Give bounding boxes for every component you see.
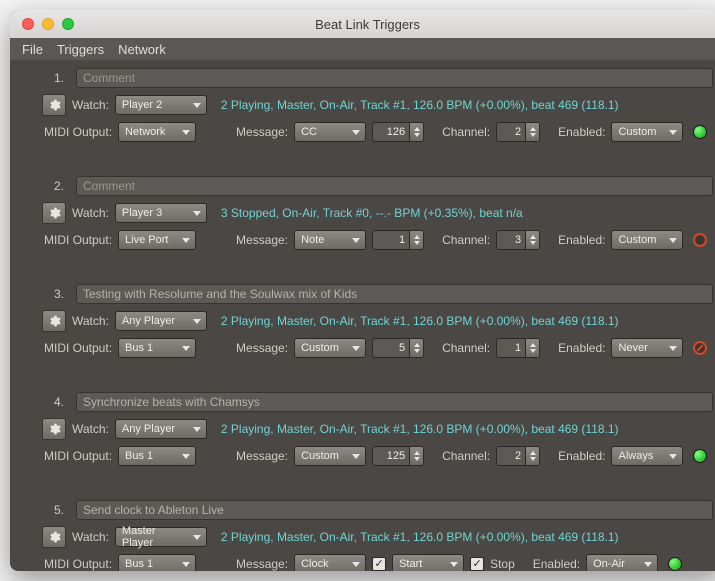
midi-output-select[interactable]: Live Port: [118, 230, 196, 250]
watch-select[interactable]: Any Player: [115, 311, 207, 331]
gear-icon[interactable]: [42, 202, 66, 224]
watch-label: Watch:: [72, 314, 109, 328]
watch-select[interactable]: Player 3: [115, 203, 207, 223]
midi-output-select[interactable]: Bus 1: [118, 338, 196, 358]
watch-label: Watch:: [72, 530, 109, 544]
midi-output-select[interactable]: Bus 1: [118, 554, 196, 571]
trigger-index: 5.: [22, 503, 70, 517]
message-label: Message:: [236, 449, 288, 463]
trigger-list: 1.Watch:Player 22 Playing, Master, On-Ai…: [10, 60, 715, 571]
status-text: 2 Playing, Master, On-Air, Track #1, 126…: [221, 530, 619, 544]
channel-stepper[interactable]: 1: [496, 338, 540, 358]
channel-label: Channel:: [442, 449, 490, 463]
menu-file[interactable]: File: [22, 42, 43, 57]
enabled-label: Enabled:: [558, 125, 605, 139]
watch-label: Watch:: [72, 98, 109, 112]
channel-stepper[interactable]: 3: [496, 230, 540, 250]
clock-start-checkbox[interactable]: [372, 557, 386, 571]
message-value-stepper[interactable]: 125: [372, 446, 424, 466]
enabled-select[interactable]: Always: [611, 446, 683, 466]
message-value-stepper[interactable]: 126: [372, 122, 424, 142]
trigger-index: 4.: [22, 395, 70, 409]
enabled-label: Enabled:: [558, 449, 605, 463]
watch-select[interactable]: Player 2: [115, 95, 207, 115]
midi-output-label: MIDI Output:: [44, 341, 112, 355]
enabled-select[interactable]: On-Air: [586, 554, 658, 571]
status-text: 2 Playing, Master, On-Air, Track #1, 126…: [221, 98, 619, 112]
channel-label: Channel:: [442, 341, 490, 355]
status-led-icon: [693, 125, 707, 139]
status-led-icon: [668, 557, 682, 571]
gear-icon[interactable]: [42, 418, 66, 440]
message-select[interactable]: Custom: [294, 446, 366, 466]
message-select[interactable]: CC: [294, 122, 366, 142]
menu-network[interactable]: Network: [118, 42, 166, 57]
status-led-icon: [693, 341, 707, 355]
watch-label: Watch:: [72, 422, 109, 436]
enabled-select[interactable]: Custom: [611, 122, 683, 142]
gear-icon[interactable]: [42, 310, 66, 332]
comment-input[interactable]: [76, 176, 713, 196]
comment-input[interactable]: [76, 68, 713, 88]
window-title: Beat Link Triggers: [10, 17, 715, 32]
midi-output-label: MIDI Output:: [44, 233, 112, 247]
app-window: Beat Link Triggers File Triggers Network…: [10, 10, 715, 571]
enabled-select[interactable]: Custom: [611, 230, 683, 250]
message-value-stepper[interactable]: 5: [372, 338, 424, 358]
watch-select[interactable]: Master Player: [115, 527, 207, 547]
watch-label: Watch:: [72, 206, 109, 220]
message-select[interactable]: Custom: [294, 338, 366, 358]
status-text: 3 Stopped, On-Air, Track #0, --.- BPM (+…: [221, 206, 523, 220]
trigger-index: 1.: [22, 71, 70, 85]
status-led-icon: [693, 449, 707, 463]
midi-output-label: MIDI Output:: [44, 449, 112, 463]
comment-input[interactable]: [76, 284, 713, 304]
titlebar: Beat Link Triggers: [10, 10, 715, 38]
trigger-row: 2.Watch: Player 3 3 Stopped, On-Air, Track…: [18, 168, 715, 262]
comment-input[interactable]: [76, 392, 713, 412]
clock-stop-label: Stop: [490, 557, 515, 571]
channel-label: Channel:: [442, 125, 490, 139]
watch-select[interactable]: Any Player: [115, 419, 207, 439]
comment-input[interactable]: [76, 500, 713, 520]
message-value-stepper[interactable]: 1: [372, 230, 424, 250]
trigger-row: 5.Watch: Master Player 2 Playing, Master, …: [18, 492, 715, 571]
midi-output-label: MIDI Output:: [44, 125, 112, 139]
trigger-row: 3.Watch: Any Player 2 Playing, Master, On-…: [18, 276, 715, 370]
enabled-select[interactable]: Never: [611, 338, 683, 358]
status-text: 2 Playing, Master, On-Air, Track #1, 126…: [221, 422, 619, 436]
midi-output-label: MIDI Output:: [44, 557, 112, 571]
trigger-row: 4.Watch: Any Player 2 Playing, Master, On-…: [18, 384, 715, 478]
menu-triggers[interactable]: Triggers: [57, 42, 104, 57]
status-text: 2 Playing, Master, On-Air, Track #1, 126…: [221, 314, 619, 328]
message-label: Message:: [236, 125, 288, 139]
enabled-label: Enabled:: [558, 341, 605, 355]
trigger-row: 1.Watch: Player 2 2 Playing, Master, On-Ai…: [18, 60, 715, 154]
clock-start-select[interactable]: Start: [392, 554, 464, 571]
trigger-index: 3.: [22, 287, 70, 301]
menubar: File Triggers Network: [10, 38, 715, 60]
enabled-label: Enabled:: [558, 233, 605, 247]
message-label: Message:: [236, 341, 288, 355]
midi-output-select[interactable]: Network: [118, 122, 196, 142]
message-select[interactable]: Note: [294, 230, 366, 250]
enabled-label: Enabled:: [533, 557, 580, 571]
message-label: Message:: [236, 233, 288, 247]
channel-stepper[interactable]: 2: [496, 122, 540, 142]
clock-stop-checkbox[interactable]: [470, 557, 484, 571]
gear-icon[interactable]: [42, 94, 66, 116]
status-led-icon: [693, 233, 707, 247]
midi-output-select[interactable]: Bus 1: [118, 446, 196, 466]
gear-icon[interactable]: [42, 526, 66, 548]
trigger-index: 2.: [22, 179, 70, 193]
channel-stepper[interactable]: 2: [496, 446, 540, 466]
message-label: Message:: [236, 557, 288, 571]
message-select[interactable]: Clock: [294, 554, 366, 571]
channel-label: Channel:: [442, 233, 490, 247]
